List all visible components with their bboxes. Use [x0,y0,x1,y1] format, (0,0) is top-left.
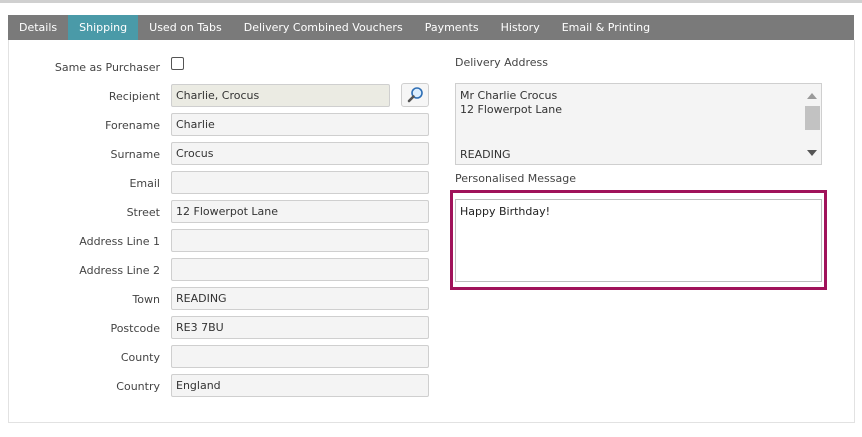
email-label: Email [129,177,160,190]
address-line-2-field[interactable] [171,258,429,281]
triangle-down-icon[interactable] [807,150,817,156]
town-label: Town [132,293,160,306]
delivery-address-line: Mr Charlie Crocus [460,89,558,102]
same-as-purchaser-checkbox[interactable] [171,57,184,70]
town-field[interactable]: READING [171,287,429,310]
tab-details[interactable]: Details [8,15,68,40]
address-line-1-field[interactable] [171,229,429,252]
top-border [0,0,862,3]
country-label: Country [116,380,160,393]
delivery-address-box[interactable]: Mr Charlie Crocus 12 Flowerpot Lane READ… [455,83,822,165]
county-field[interactable] [171,345,429,368]
personalised-message-input[interactable]: Happy Birthday! [455,199,822,282]
address-line-2-label: Address Line 2 [79,264,160,277]
recipient-label: Recipient [108,90,160,103]
tab-shipping[interactable]: Shipping [68,15,139,40]
street-label: Street [126,206,160,219]
tab-used-on-tabs[interactable]: Used on Tabs [138,15,233,40]
delivery-address-line: READING [460,148,511,161]
street-field[interactable]: 12 Flowerpot Lane [171,200,429,223]
surname-label: Surname [110,148,160,161]
county-label: County [120,351,160,364]
forename-label: Forename [105,119,160,132]
surname-field[interactable]: Crocus [171,142,429,165]
tab-delivery-combined-vouchers[interactable]: Delivery Combined Vouchers [233,15,414,40]
postcode-field[interactable]: RE3 7BU [171,316,429,339]
triangle-up-icon[interactable] [807,93,817,99]
delivery-address-label: Delivery Address [455,56,548,69]
address-line-1-label: Address Line 1 [79,235,160,248]
delivery-address-line: 12 Flowerpot Lane [460,103,563,116]
recipient-field[interactable]: Charlie, Crocus [171,84,390,107]
postcode-label: Postcode [110,322,160,335]
country-field[interactable]: England [171,374,429,397]
magnifier-icon [407,87,423,103]
recipient-lookup-button[interactable] [401,83,429,107]
tab-history[interactable]: History [490,15,551,40]
tab-payments[interactable]: Payments [414,15,490,40]
email-field[interactable] [171,171,429,194]
delivery-address-scrollbar[interactable] [803,84,821,164]
scrollbar-thumb[interactable] [805,106,820,130]
forename-field[interactable]: Charlie [171,113,429,136]
personalised-message-label: Personalised Message [455,172,577,185]
tab-email-printing[interactable]: Email & Printing [551,15,661,40]
same-as-purchaser-label: Same as Purchaser [54,61,160,74]
tab-bar: Details Shipping Used on Tabs Delivery C… [8,15,854,40]
